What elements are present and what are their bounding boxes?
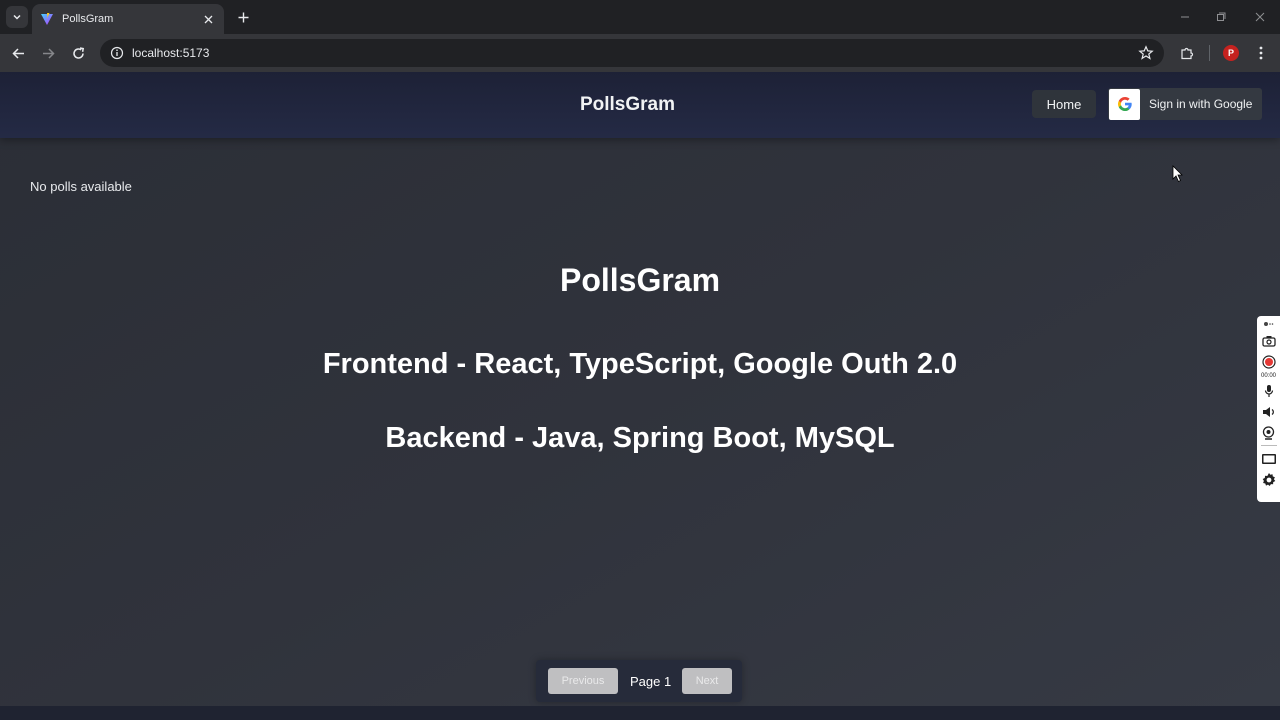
minimize-button[interactable] <box>1174 8 1196 26</box>
home-button[interactable]: Home <box>1032 90 1096 118</box>
pagination: Previous Page 1 Next <box>536 660 742 702</box>
recorder-mic-button[interactable] <box>1259 380 1278 401</box>
recorder-record-button[interactable] <box>1259 351 1278 372</box>
close-icon <box>204 15 212 23</box>
maximize-icon <box>1217 12 1226 21</box>
reload-button[interactable] <box>67 42 89 64</box>
hero-title: PollsGram <box>559 262 721 298</box>
gear-icon <box>1262 472 1275 486</box>
address-bar[interactable]: localhost:5173 <box>100 39 1164 67</box>
next-button[interactable]: Next <box>682 668 732 694</box>
mouse-cursor-icon <box>1172 165 1183 183</box>
star-icon[interactable] <box>1138 45 1154 61</box>
app-header: PollsGram Home Sign in with Google <box>0 72 1280 138</box>
recorder-speaker-button[interactable] <box>1259 401 1278 422</box>
extensions-icon <box>1181 47 1194 60</box>
google-g-icon <box>1117 97 1132 111</box>
profile-button[interactable]: P <box>1220 42 1242 64</box>
microphone-icon <box>1264 384 1273 397</box>
info-icon[interactable] <box>110 46 124 60</box>
recorder-timer: 00:00 <box>1260 373 1276 379</box>
frontend-stack-line: Frontend - React, TypeScript, Google Out… <box>322 348 958 380</box>
backend-stack-line: Backend - Java, Spring Boot, MySQL <box>385 422 895 454</box>
browser-toolbar: localhost:5173 P <box>0 34 1280 72</box>
tab-title: PollsGram <box>62 13 114 25</box>
browser-tab-strip: PollsGram <box>0 0 1280 34</box>
screen-icon <box>1261 453 1276 464</box>
toolbar-divider <box>1209 45 1210 61</box>
google-sign-in-button[interactable]: Sign in with Google <box>1108 88 1262 120</box>
forward-button[interactable] <box>37 42 59 64</box>
browser-tab[interactable]: PollsGram <box>32 4 224 34</box>
chevron-down-icon <box>13 14 21 20</box>
new-tab-button[interactable] <box>232 8 254 26</box>
google-logo-box <box>1109 88 1140 120</box>
screen-recorder-panel: 00:00 <box>1257 316 1280 502</box>
back-button[interactable] <box>7 42 29 64</box>
url-text[interactable]: localhost:5173 <box>132 46 209 60</box>
recorder-screen-button[interactable] <box>1259 448 1278 469</box>
plus-icon <box>238 12 248 22</box>
close-icon <box>1255 12 1265 22</box>
previous-button[interactable]: Previous <box>548 668 618 694</box>
extensions-button[interactable] <box>1176 42 1198 64</box>
page-indicator: Page 1 <box>630 674 672 689</box>
tab-close-button[interactable] <box>200 11 216 27</box>
record-icon <box>1261 354 1276 369</box>
back-icon <box>11 47 24 59</box>
bottom-strip <box>0 706 1280 720</box>
forward-icon <box>42 47 55 59</box>
google-sign-in-label: Sign in with Google <box>1149 97 1253 111</box>
vite-favicon-icon <box>41 13 53 25</box>
kebab-menu-icon <box>1259 46 1263 60</box>
camera-icon <box>1261 335 1276 347</box>
browser-menu-button[interactable] <box>1250 42 1272 64</box>
recorder-settings-button[interactable] <box>1259 469 1278 490</box>
recorder-divider <box>1260 445 1277 446</box>
empty-state-text: No polls available <box>30 179 132 194</box>
tab-search-button[interactable] <box>6 6 28 28</box>
window-close-button[interactable] <box>1249 8 1271 26</box>
minimize-icon <box>1181 16 1189 18</box>
avatar: P <box>1223 45 1239 61</box>
maximize-button[interactable] <box>1210 8 1232 26</box>
pin-icon <box>1263 322 1273 326</box>
reload-icon <box>72 46 84 59</box>
recorder-webcam-button[interactable] <box>1259 422 1278 443</box>
speaker-icon <box>1262 406 1274 417</box>
recorder-pin-button[interactable] <box>1259 318 1278 330</box>
recorder-screenshot-button[interactable] <box>1259 330 1278 351</box>
webcam-icon <box>1262 425 1275 440</box>
page-viewport: PollsGram Home Sign in with Google No po… <box>0 72 1280 720</box>
